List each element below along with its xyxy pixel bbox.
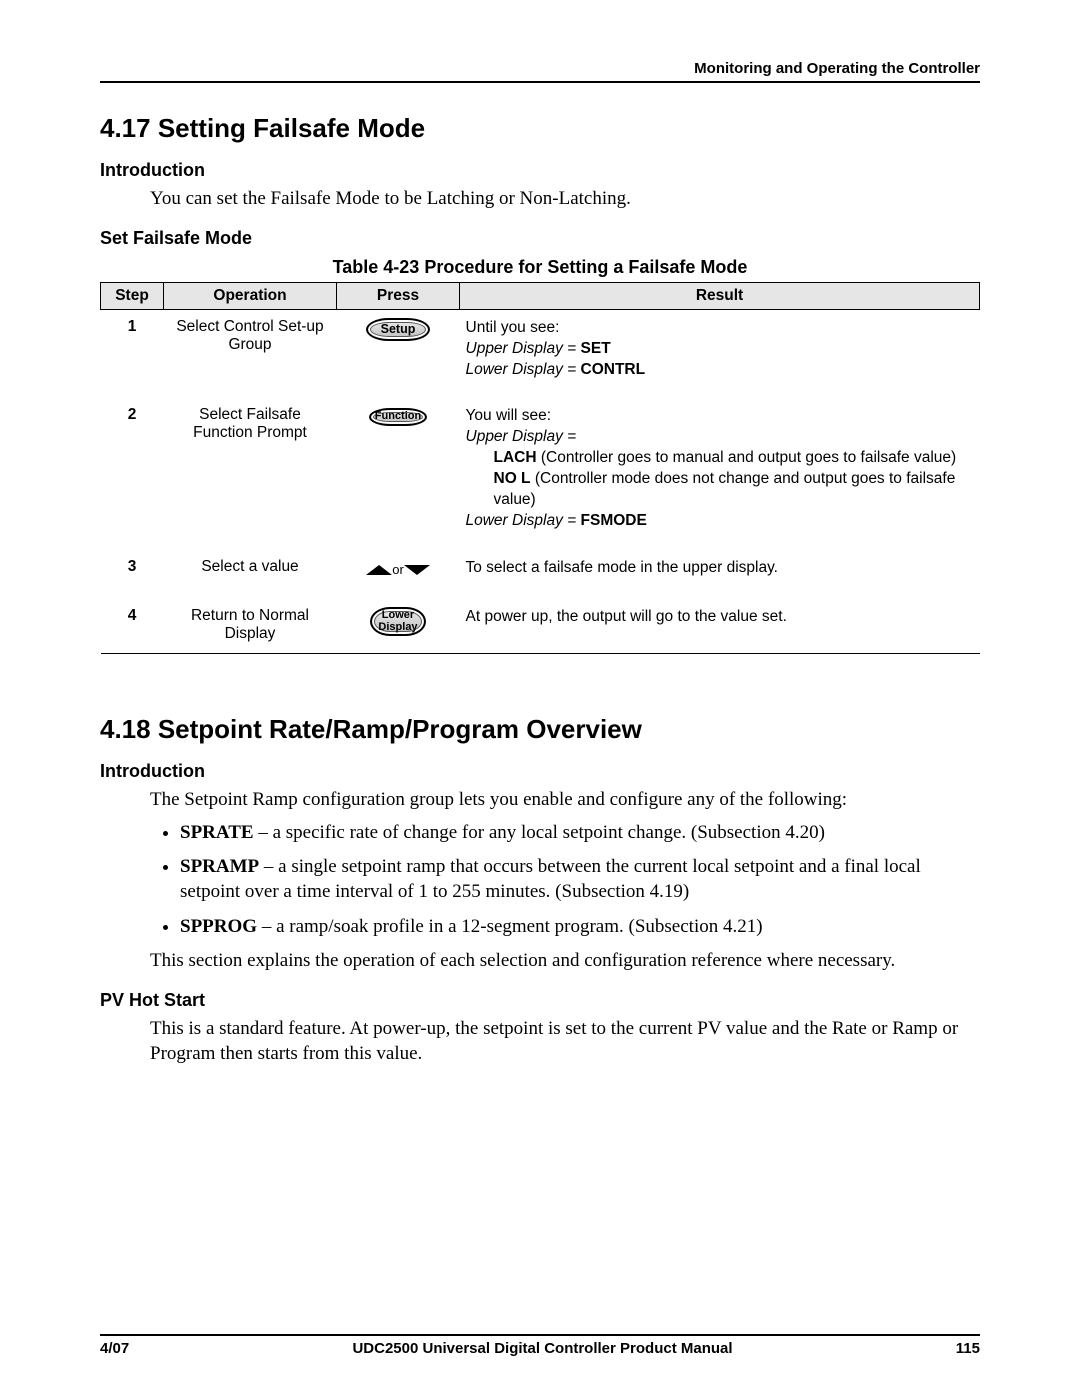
operation-text: Select a value bbox=[164, 550, 337, 599]
intro-text-418: The Setpoint Ramp configuration group le… bbox=[150, 788, 980, 813]
btn-line1: Lower bbox=[382, 609, 414, 621]
table-row: 3 Select a value or To select a failsafe… bbox=[101, 550, 980, 599]
bullet-desc: – a single setpoint ramp that occurs bet… bbox=[180, 856, 921, 902]
result-line: Lower Display = bbox=[466, 512, 581, 529]
result-line: You will see: bbox=[466, 407, 552, 424]
bullet-list: SPRATE – a specific rate of change for a… bbox=[150, 821, 980, 940]
footer-title: UDC2500 Universal Digital Controller Pro… bbox=[352, 1340, 732, 1357]
result-option-desc: (Controller mode does not change and out… bbox=[494, 470, 956, 508]
result-value: CONTRL bbox=[581, 361, 646, 378]
operation-text: Select Failsafe Function Prompt bbox=[164, 398, 337, 550]
procedure-table: Step Operation Press Result 1 Select Con… bbox=[100, 282, 980, 654]
operation-text: Select Control Set-up Group bbox=[164, 309, 337, 398]
set-failsafe-heading: Set Failsafe Mode bbox=[100, 228, 980, 249]
result-block: At power up, the output will go to the v… bbox=[466, 607, 974, 628]
pv-hot-start-heading: PV Hot Start bbox=[100, 990, 980, 1011]
step-num: 4 bbox=[101, 599, 164, 654]
result-option: LACH bbox=[494, 449, 537, 466]
intro-heading-417: Introduction bbox=[100, 160, 980, 181]
th-step: Step bbox=[101, 282, 164, 309]
result-line: Lower Display = bbox=[466, 361, 581, 378]
result-value: SET bbox=[581, 340, 611, 357]
section-4-17-title: 4.17 Setting Failsafe Mode bbox=[100, 113, 980, 144]
result-line: Upper Display = bbox=[466, 340, 581, 357]
table-caption: Table 4-23 Procedure for Setting a Fails… bbox=[100, 257, 980, 278]
table-row: 2 Select Failsafe Function Prompt Functi… bbox=[101, 398, 980, 550]
list-item: SPPROG – a ramp/soak profile in a 12-seg… bbox=[180, 915, 980, 940]
arrow-up-icon bbox=[366, 565, 392, 575]
page-footer: 4/07 UDC2500 Universal Digital Controlle… bbox=[100, 1334, 980, 1357]
list-item: SPRAMP – a single setpoint ramp that occ… bbox=[180, 855, 980, 904]
pv-hot-start-text: This is a standard feature. At power-up,… bbox=[150, 1017, 980, 1066]
result-line: Until you see: bbox=[466, 319, 560, 336]
or-text: or bbox=[392, 562, 404, 577]
lower-display-button-icon: Lower Display bbox=[370, 607, 426, 636]
table-row: 1 Select Control Set-up Group Setup Unti… bbox=[101, 309, 980, 398]
intro-heading-418: Introduction bbox=[100, 761, 980, 782]
result-option-desc: (Controller goes to manual and output go… bbox=[537, 449, 957, 466]
intro-text-417: You can set the Failsafe Mode to be Latc… bbox=[150, 187, 980, 212]
section-4-18-title: 4.18 Setpoint Rate/Ramp/Program Overview bbox=[100, 714, 980, 745]
result-block: You will see: Upper Display = LACH (Cont… bbox=[466, 406, 974, 532]
result-line: Upper Display = bbox=[466, 428, 577, 445]
operation-text: Return to Normal Display bbox=[164, 599, 337, 654]
bullet-term: SPPROG bbox=[180, 916, 257, 937]
result-option: NO L bbox=[494, 470, 531, 487]
arrow-up-down-icon: or bbox=[366, 558, 430, 580]
setup-button-icon: Setup bbox=[366, 318, 430, 341]
arrow-down-icon bbox=[404, 565, 430, 575]
explain-text: This section explains the operation of e… bbox=[150, 949, 980, 974]
th-operation: Operation bbox=[164, 282, 337, 309]
step-num: 3 bbox=[101, 550, 164, 599]
step-num: 2 bbox=[101, 398, 164, 550]
table-row: 4 Return to Normal Display Lower Display… bbox=[101, 599, 980, 654]
bullet-term: SPRAMP bbox=[180, 856, 259, 877]
bullet-desc: – a specific rate of change for any loca… bbox=[254, 822, 825, 843]
bullet-desc: – a ramp/soak profile in a 12-segment pr… bbox=[257, 916, 763, 937]
bullet-term: SPRATE bbox=[180, 822, 254, 843]
result-value: FSMODE bbox=[581, 512, 647, 529]
list-item: SPRATE – a specific rate of change for a… bbox=[180, 821, 980, 846]
footer-page-number: 115 bbox=[956, 1340, 980, 1357]
footer-date: 4/07 bbox=[100, 1340, 129, 1357]
result-block: To select a failsafe mode in the upper d… bbox=[466, 558, 974, 579]
page-header: Monitoring and Operating the Controller bbox=[100, 60, 980, 83]
step-num: 1 bbox=[101, 309, 164, 398]
result-block: Until you see: Upper Display = SET Lower… bbox=[466, 318, 974, 381]
function-button-icon: Function bbox=[369, 408, 427, 426]
btn-line2: Display bbox=[378, 621, 417, 633]
th-result: Result bbox=[460, 282, 980, 309]
th-press: Press bbox=[337, 282, 460, 309]
